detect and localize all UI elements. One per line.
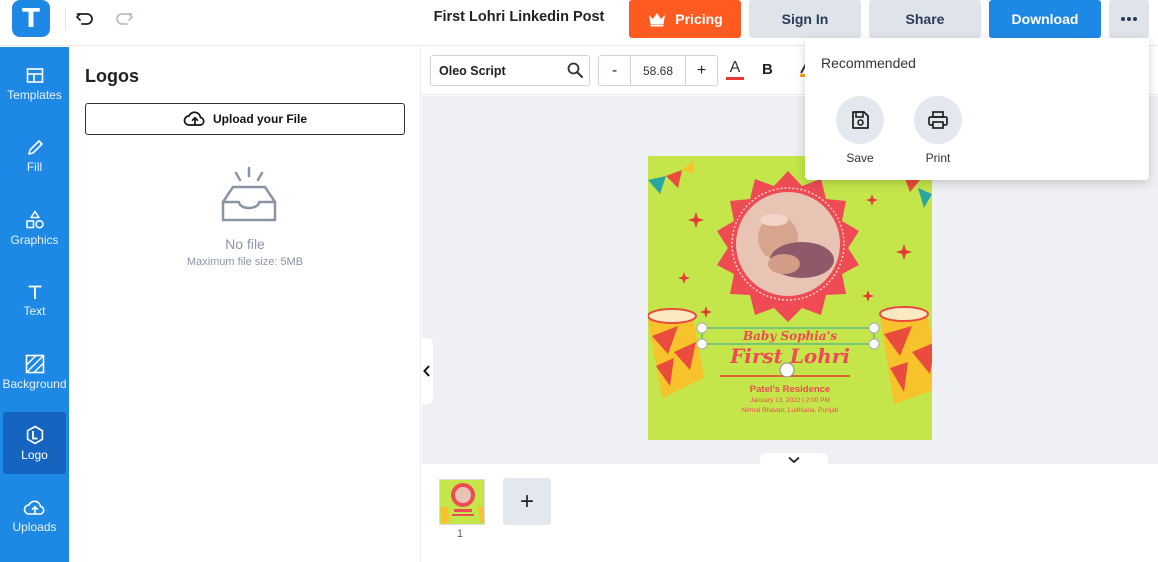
collapse-panel-button[interactable] <box>421 338 433 404</box>
document-title[interactable]: First Lohri Linkedin Post <box>424 9 614 25</box>
poster-residence[interactable]: Patel's Residence <box>648 384 932 395</box>
crown-icon <box>649 13 666 27</box>
empty-inbox-icon <box>221 166 277 222</box>
poster-title-line[interactable]: First Lohri <box>648 344 932 368</box>
sign-in-button[interactable]: Sign In <box>749 0 861 38</box>
redo-icon <box>116 13 133 25</box>
max-file-size-text: Maximum file size: 5MB <box>186 256 304 268</box>
poster-name-line[interactable]: Baby Sophia's <box>648 329 932 343</box>
sidebar-item-uploads[interactable]: Uploads <box>0 485 69 547</box>
more-dots-icon <box>1121 17 1137 21</box>
font-size-input[interactable]: 58.68 <box>630 56 686 85</box>
sidebar-item-text[interactable]: Text <box>0 269 69 331</box>
logos-panel: Logos Upload your File No file Maximum f… <box>69 47 421 562</box>
bold-button[interactable]: B <box>762 61 773 78</box>
menu-section-title: Recommended <box>821 55 916 71</box>
app-logo[interactable]: T <box>12 0 50 37</box>
sidebar-item-label: Logo <box>21 447 48 462</box>
menu-item-print[interactable]: Print <box>908 96 968 165</box>
font-name: Oleo Script <box>439 64 506 78</box>
divider <box>65 8 66 30</box>
sidebar-item-label: Uploads <box>12 519 57 534</box>
search-icon <box>567 62 583 78</box>
pencil-icon <box>27 139 43 155</box>
more-options-button[interactable] <box>1109 0 1149 38</box>
design-canvas[interactable]: Baby Sophia's First Lohri Patel's Reside… <box>648 156 932 440</box>
sidebar-item-fill[interactable]: Fill <box>0 125 69 187</box>
increase-size-button[interactable]: + <box>686 56 717 85</box>
menu-item-save[interactable]: Save <box>830 96 890 165</box>
sidebar: Templates Fill Graphics Text Background … <box>0 47 69 562</box>
sidebar-item-label: Fill <box>26 159 43 174</box>
sidebar-item-logo[interactable]: Logo <box>3 412 66 474</box>
menu-item-label: Print <box>925 151 951 165</box>
page-number: 1 <box>457 528 464 540</box>
pricing-button[interactable]: Pricing <box>629 0 741 38</box>
poster-date[interactable]: January 13, 2022 | 2:00 PM <box>648 397 932 404</box>
sidebar-item-label: Background <box>2 376 67 391</box>
save-icon <box>852 111 869 129</box>
undo-button[interactable] <box>74 6 96 30</box>
panel-title: Logos <box>85 66 139 86</box>
editor-app: T First Lohri Linkedin Post Pricing Sign… <box>0 0 1158 562</box>
decrease-size-button[interactable]: - <box>599 56 630 85</box>
save-icon-circle <box>836 96 884 144</box>
poster-place[interactable]: Nirmal Bhavan, Ludhiana, Punjab <box>648 407 932 414</box>
font-size-stepper: - 58.68 + <box>598 55 718 86</box>
pages-strip: 1 + <box>422 465 1158 562</box>
upload-file-button[interactable]: Upload your File <box>85 103 405 135</box>
page-thumbnail-preview <box>440 483 484 524</box>
undo-icon <box>76 13 93 25</box>
background-icon <box>25 354 44 373</box>
templates-icon <box>26 67 43 83</box>
more-options-menu: Recommended Save Print <box>805 38 1149 180</box>
sidebar-item-background[interactable]: Background <box>0 341 69 403</box>
redo-button[interactable] <box>113 6 135 30</box>
chevron-down-icon <box>788 456 800 464</box>
shapes-icon <box>25 210 44 228</box>
sidebar-item-label: Graphics <box>10 232 59 247</box>
font-family-select[interactable]: Oleo Script <box>430 55 590 86</box>
upload-file-label: Upload your File <box>212 112 307 126</box>
print-icon-circle <box>914 96 962 144</box>
cloud-upload-icon <box>183 111 205 126</box>
share-button[interactable]: Share <box>869 0 981 38</box>
app-logo-letter: T <box>22 3 40 34</box>
text-color-swatch <box>726 77 744 80</box>
text-icon <box>28 285 41 299</box>
chevron-left-icon <box>423 365 430 377</box>
cloud-upload-icon <box>23 500 44 515</box>
menu-item-label: Save <box>846 151 874 165</box>
print-icon <box>928 111 948 129</box>
empty-state-text: No file <box>225 236 265 252</box>
sidebar-item-label: Text <box>23 303 46 318</box>
download-button[interactable]: Download <box>989 0 1101 38</box>
sidebar-item-graphics[interactable]: Graphics <box>0 197 69 259</box>
sidebar-item-templates[interactable]: Templates <box>0 53 69 115</box>
text-color-button[interactable]: A <box>724 59 746 83</box>
logo-icon <box>26 425 43 444</box>
add-page-button[interactable]: + <box>503 478 551 525</box>
page-thumbnail[interactable] <box>439 479 485 525</box>
sidebar-item-label: Templates <box>7 87 62 102</box>
pricing-label: Pricing <box>675 11 723 27</box>
text-color-letter: A <box>729 59 741 76</box>
